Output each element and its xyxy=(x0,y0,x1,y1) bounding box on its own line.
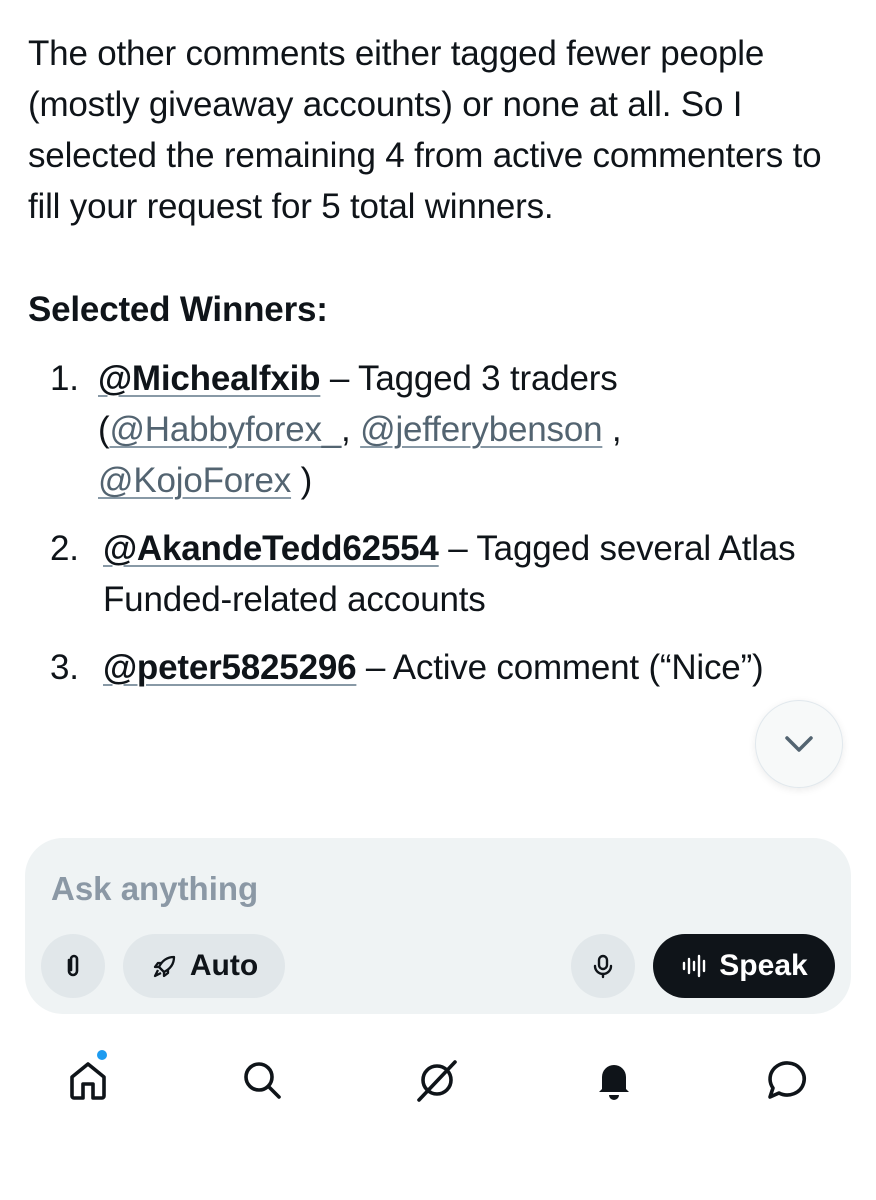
mention-link[interactable]: @AkandeTedd62554 xyxy=(103,529,439,568)
search-icon xyxy=(244,1062,281,1099)
microphone-button[interactable] xyxy=(571,934,635,998)
home-icon xyxy=(70,1062,106,1100)
paperclip-icon xyxy=(67,954,79,977)
list-number: 2. xyxy=(50,529,79,568)
paren-close: ) xyxy=(291,461,313,500)
nav-grok[interactable] xyxy=(407,1050,467,1110)
nav-notifications[interactable] xyxy=(584,1050,644,1110)
waveform-icon xyxy=(683,954,706,978)
paren-open: ( xyxy=(98,410,110,449)
list-item: 1. @Michealfxib – Tagged 3 traders (@Hab… xyxy=(28,353,828,506)
list-number: 3. xyxy=(50,648,79,687)
grok-icon xyxy=(417,1060,457,1102)
chat-icon xyxy=(768,1061,806,1099)
winners-list: 1. @Michealfxib – Tagged 3 traders (@Hab… xyxy=(28,353,828,693)
speak-button[interactable]: Speak xyxy=(653,934,835,998)
nav-home[interactable] xyxy=(58,1050,118,1110)
mention-link[interactable]: @peter5825296 xyxy=(103,648,357,687)
separator: , xyxy=(341,410,361,449)
nav-search[interactable] xyxy=(232,1050,292,1110)
notification-dot xyxy=(97,1050,107,1060)
scroll-down-button[interactable] xyxy=(755,700,843,788)
bottom-navigation xyxy=(0,1040,876,1120)
attach-button[interactable] xyxy=(41,934,105,998)
speak-label: Speak xyxy=(719,949,808,982)
winner-description: – Tagged 3 traders xyxy=(320,359,618,398)
auto-label: Auto xyxy=(189,949,259,982)
mention-link[interactable]: @Michealfxib xyxy=(98,359,321,398)
nav-messages[interactable] xyxy=(758,1050,818,1110)
auto-mode-button[interactable]: Auto xyxy=(123,934,285,998)
bell-icon xyxy=(599,1065,629,1100)
ask-input[interactable]: Ask anything xyxy=(51,870,258,908)
list-number: 1. xyxy=(50,359,79,398)
assistant-response: The other comments either tagged fewer p… xyxy=(28,28,828,710)
selected-winners-heading: Selected Winners: xyxy=(28,290,328,329)
microphone-icon xyxy=(593,954,613,979)
separator: , xyxy=(602,410,622,449)
rocket-icon xyxy=(153,955,175,978)
chevron-down-icon xyxy=(785,736,813,752)
mention-link[interactable]: @Habbyforex_ xyxy=(109,410,341,449)
mention-link[interactable]: @jefferybenson xyxy=(360,410,602,449)
grok-chat-screen: The other comments either tagged fewer p… xyxy=(0,0,876,1200)
list-item: 2. @AkandeTedd62554 – Tagged several Atl… xyxy=(28,523,828,625)
winner-description: – Active comment (“Nice”) xyxy=(356,648,764,687)
response-paragraph: The other comments either tagged fewer p… xyxy=(28,34,822,226)
composer: Ask anything Auto Speak xyxy=(25,838,851,1014)
list-item: 3. @peter5825296 – Active comment (“Nice… xyxy=(28,642,828,693)
mention-link[interactable]: @KojoForex xyxy=(98,461,291,500)
